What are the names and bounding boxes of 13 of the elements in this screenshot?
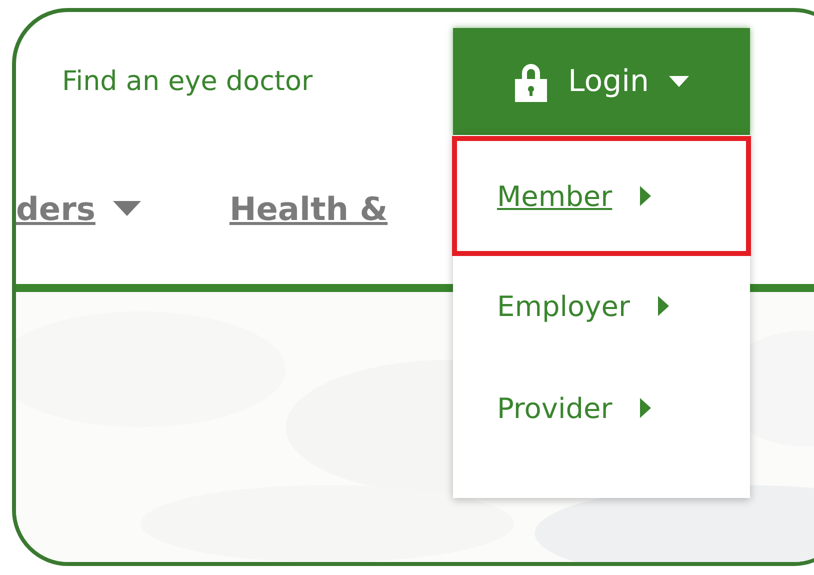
- menu-item[interactable]: Employer: [497, 290, 630, 322]
- menu-item[interactable]: Member: [497, 180, 612, 212]
- nav-link[interactable]: Health &: [229, 190, 388, 228]
- lock-icon: [514, 62, 548, 102]
- caret-right-icon: [658, 296, 670, 316]
- caret-right-icon: [640, 398, 652, 418]
- caret-right-icon: [640, 186, 652, 206]
- find-eye-doctor-link[interactable]: Find an eye doctor: [16, 66, 453, 97]
- caret-down-icon: [113, 200, 142, 216]
- nav-link[interactable]: ders: [16, 190, 142, 228]
- caret-down-icon: [668, 76, 689, 88]
- login-button[interactable]: Login: [453, 28, 750, 135]
- menu-item[interactable]: Provider: [497, 392, 612, 424]
